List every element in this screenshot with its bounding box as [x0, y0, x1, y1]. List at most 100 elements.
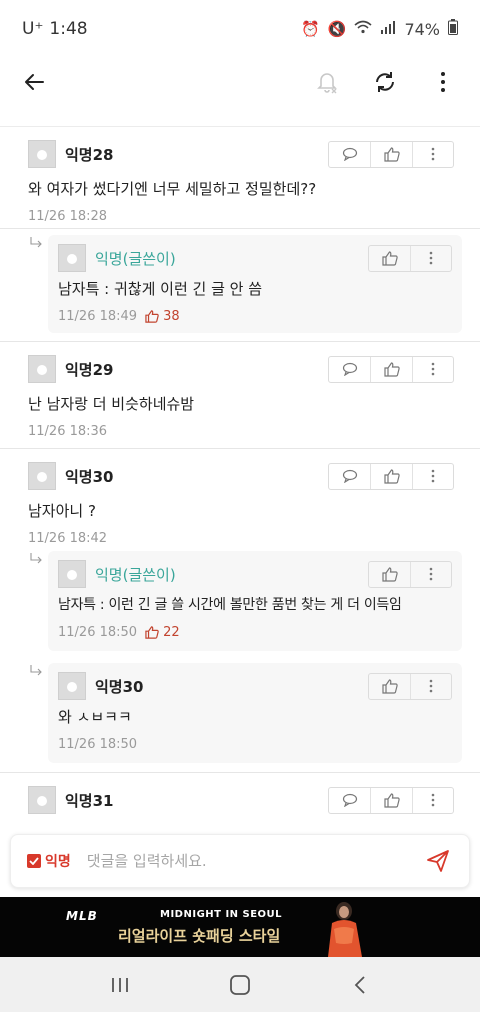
comment-actions — [328, 140, 454, 168]
comment-time: 11/26 18:49 — [58, 309, 138, 324]
avatar — [58, 560, 86, 588]
like-count-value: 22 — [163, 625, 180, 640]
like-button[interactable] — [371, 787, 413, 813]
carrier-label: U⁺ — [22, 19, 44, 39]
comment-body: 남자아니 ? — [28, 502, 96, 520]
reply-button[interactable] — [329, 141, 371, 167]
comment-more-button[interactable] — [411, 246, 451, 271]
ad-brand: MLB — [66, 909, 98, 923]
send-button[interactable] — [423, 846, 453, 876]
comment-body: 남자특 : 귀찮게 이런 긴 글 안 씀 — [58, 280, 263, 298]
status-bar: U⁺ 1:48 ⏰ 🔇 74% — [0, 0, 480, 58]
more-vertical-icon — [431, 147, 435, 161]
comment-more-button[interactable] — [413, 788, 453, 813]
reply-button[interactable] — [329, 787, 371, 813]
thumbs-up-icon — [383, 361, 400, 377]
comment-more-button[interactable] — [411, 562, 451, 587]
comment-more-button[interactable] — [413, 142, 453, 167]
reply-arrow-icon — [30, 665, 42, 676]
like-button[interactable] — [369, 245, 411, 271]
check-icon — [29, 857, 39, 865]
ad-subtitle: 리얼라이프 숏패딩 스타일 — [118, 927, 281, 945]
speech-bubble-icon — [342, 469, 357, 483]
like-button[interactable] — [369, 561, 411, 587]
avatar — [28, 786, 56, 814]
comment-time: 11/26 18:42 — [28, 531, 108, 546]
reply-item: 익명30 와 ㅅㅂㅋㅋ 11/26 18:50 — [0, 659, 480, 773]
avatar — [28, 462, 56, 490]
more-vertical-icon — [431, 469, 435, 483]
arrow-left-icon — [25, 74, 44, 90]
more-vertical-icon — [429, 567, 433, 581]
battery-level: 74% — [404, 19, 440, 39]
comment-more-button[interactable] — [413, 357, 453, 382]
system-nav-bar — [0, 957, 480, 1012]
more-vertical-icon — [431, 362, 435, 376]
avatar — [58, 672, 86, 700]
more-vertical-icon — [429, 251, 433, 265]
comment-input[interactable] — [86, 852, 387, 870]
home-button[interactable] — [222, 967, 258, 1003]
refresh-button[interactable] — [370, 67, 400, 97]
more-vertical-icon — [429, 679, 433, 693]
chevron-left-icon — [354, 975, 365, 994]
recent-apps-button[interactable] — [102, 967, 138, 1003]
more-options-button[interactable] — [428, 67, 458, 97]
anonymous-checkbox[interactable] — [27, 854, 41, 868]
bell-off-icon — [317, 73, 337, 94]
comment-actions — [328, 462, 454, 490]
thumbs-up-icon — [383, 146, 400, 162]
thumbs-up-icon — [145, 626, 159, 639]
anonymous-label: 익명 — [45, 854, 71, 870]
avatar — [58, 244, 86, 272]
like-count: 22 — [145, 625, 180, 640]
reply-button[interactable] — [329, 463, 371, 489]
comment-actions — [328, 786, 454, 814]
comment-body: 난 남자랑 더 비슷하네슈밤 — [28, 395, 195, 413]
comment-actions — [368, 672, 452, 700]
ad-model-image — [328, 902, 362, 957]
signal-icon — [380, 20, 396, 38]
comment-actions — [328, 355, 454, 383]
refresh-icon — [376, 72, 394, 92]
reply-arrow-icon — [30, 553, 42, 564]
comment-time: 11/26 18:50 — [58, 625, 138, 640]
alarm-icon: ⏰ — [301, 20, 320, 38]
comment-time: 11/26 18:36 — [28, 424, 108, 439]
avatar — [28, 140, 56, 168]
comment-time: 11/26 18:28 — [28, 209, 108, 224]
ad-title: MIDNIGHT IN SEOUL — [160, 909, 283, 920]
speech-bubble-icon — [342, 793, 357, 807]
home-icon — [230, 974, 250, 995]
mute-icon: 🔇 — [327, 20, 347, 38]
comment-more-button[interactable] — [413, 464, 453, 489]
reply-item: 익명(글쓴이) 남자특 : 귀찮게 이런 긴 글 안 씀 11/26 18:49… — [0, 229, 480, 341]
thumbs-up-icon — [381, 250, 398, 266]
speech-bubble-icon — [342, 147, 357, 161]
comment-body: 남자특 : 이런 긴 글 쓸 시간에 볼만한 품번 찾는 게 더 이득임 — [58, 597, 402, 613]
comment-time: 11/26 18:50 — [58, 737, 138, 752]
reply-button[interactable] — [329, 356, 371, 382]
back-button[interactable] — [22, 62, 62, 102]
comment-author: 익명(글쓴이) — [95, 565, 176, 584]
more-vertical-icon — [441, 72, 445, 92]
like-count-value: 38 — [163, 309, 180, 324]
comment-list: 익명28 와 여자가 썼다기엔 너무 세밀하고 정밀한데?? 11/26 18:… — [0, 126, 480, 826]
notification-off-button[interactable] — [312, 67, 342, 97]
more-vertical-icon — [431, 793, 435, 807]
thumbs-up-icon — [381, 678, 398, 694]
comment-author: 익명(글쓴이) — [95, 249, 176, 268]
comment-more-button[interactable] — [411, 674, 451, 699]
thumbs-up-icon — [383, 468, 400, 484]
system-back-button[interactable] — [342, 967, 378, 1003]
like-button[interactable] — [371, 463, 413, 489]
like-button[interactable] — [369, 673, 411, 699]
app-header — [0, 58, 480, 106]
like-button[interactable] — [371, 356, 413, 382]
ad-banner[interactable]: MLB MIDNIGHT IN SEOUL 리얼라이프 숏패딩 스타일 — [0, 897, 480, 957]
avatar — [28, 355, 56, 383]
like-button[interactable] — [371, 141, 413, 167]
thumbs-up-icon — [145, 310, 159, 323]
send-icon — [427, 850, 449, 872]
comment-author: 익명30 — [65, 467, 114, 486]
